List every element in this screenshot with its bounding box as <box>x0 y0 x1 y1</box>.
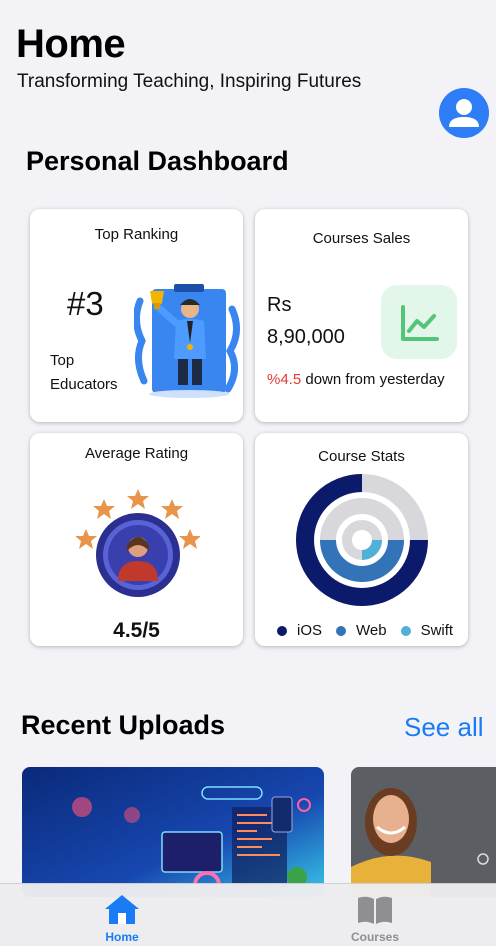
software-coding-thumbnail <box>22 767 324 897</box>
course-stats-card[interactable]: Course Stats iOS Web Swift <box>255 433 468 646</box>
house-icon <box>105 895 139 924</box>
book-icon <box>358 896 392 924</box>
educator-trophy-illustration <box>134 284 240 398</box>
course-sales-title: Courses Sales <box>312 230 411 247</box>
rating-avatar-illustration <box>76 489 200 597</box>
course-sales-card[interactable]: Courses Sales Rs 8,90,000 %4.5 down from… <box>255 209 468 422</box>
sales-change-text: down from yesterday <box>301 371 445 388</box>
average-rating-title: Average Rating <box>84 445 189 462</box>
average-rating-card[interactable]: Average Rating 4.5/5 <box>30 433 243 646</box>
rank-label: Top Educators <box>50 352 118 393</box>
legend-item-web: Web <box>336 622 387 639</box>
top-ranking-title: Top Ranking <box>94 226 179 243</box>
upload-card-software[interactable] <box>22 767 324 897</box>
rating-value: 4.5/5 <box>113 619 160 642</box>
line-chart-icon <box>381 285 457 359</box>
tab-home[interactable]: Home <box>62 884 182 946</box>
course-stats-legend: iOS Web Swift <box>277 622 467 639</box>
course-stats-title: Course Stats <box>318 448 405 465</box>
legend-item-swift: Swift <box>400 622 453 639</box>
tab-courses[interactable]: Courses <box>315 884 435 946</box>
sales-amount: Rs 8,90,000 <box>267 294 345 348</box>
tab-home-label: Home <box>105 930 139 944</box>
upload-card-instructor[interactable] <box>351 767 496 897</box>
top-ranking-card[interactable]: Top Ranking #3 Top Educators <box>30 209 243 422</box>
rank-value: #3 <box>67 285 104 322</box>
star-icon <box>93 499 115 519</box>
person-icon <box>449 99 479 127</box>
recent-uploads-title: Recent Uploads <box>21 710 226 740</box>
course-stats-chart <box>296 474 428 606</box>
page-subtitle: Transforming Teaching, Inspiring Futures <box>17 71 362 92</box>
instructor-thumbnail <box>351 767 496 897</box>
sales-change-percent: %4.5 <box>267 371 302 388</box>
star-icon <box>179 529 200 549</box>
tab-courses-label: Courses <box>350 930 400 944</box>
star-icon <box>76 529 97 549</box>
page-title: Home <box>16 22 126 66</box>
sales-change: %4.5 down from yesterday <box>267 371 445 388</box>
profile-avatar-button[interactable] <box>439 88 489 138</box>
star-icon <box>161 499 183 519</box>
see-all-link[interactable]: See all <box>404 712 484 743</box>
star-icon <box>127 489 149 509</box>
tab-bar: Home Courses <box>0 883 496 946</box>
dashboard-title: Personal Dashboard <box>26 146 289 176</box>
legend-item-ios: iOS <box>277 622 322 639</box>
